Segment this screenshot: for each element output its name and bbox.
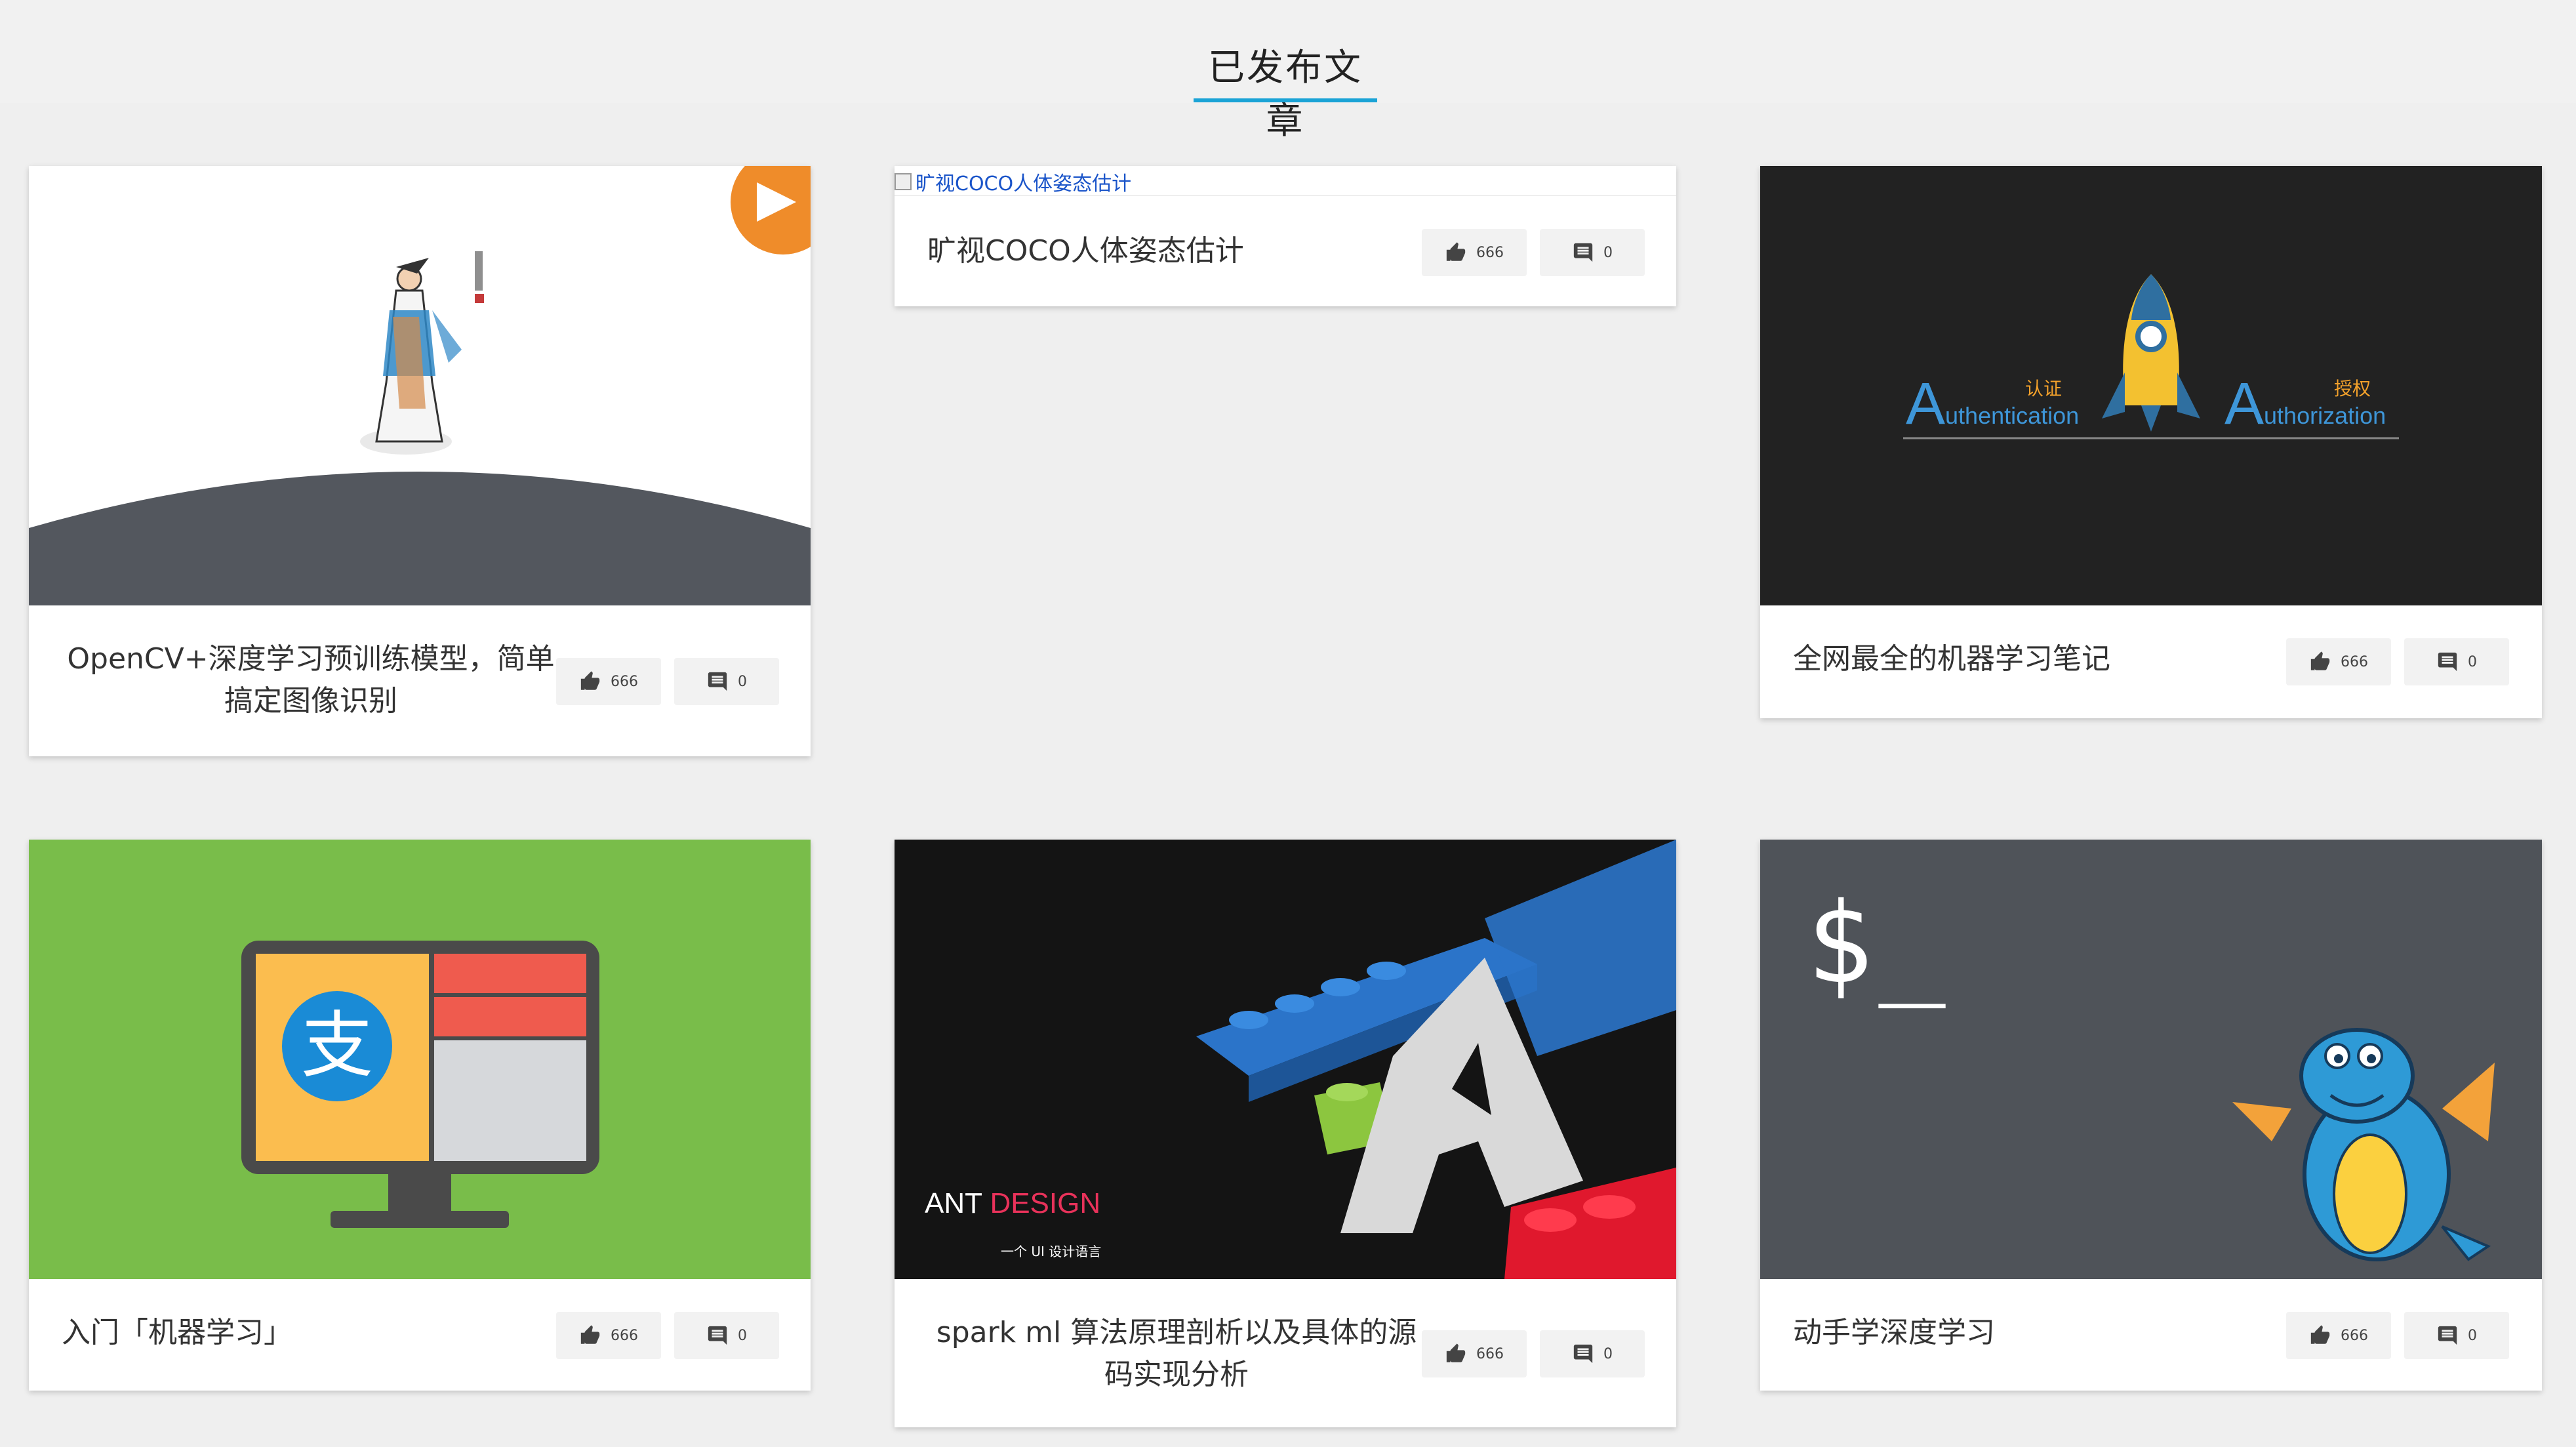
article-title-line: 码实现分析: [1104, 1358, 1249, 1391]
article-card[interactable]: 旷视COCO人体姿态估计 旷视COCO人体姿态估计 666 0: [895, 166, 1676, 306]
comment-icon: [2438, 1326, 2457, 1345]
like-count: 666: [2341, 1327, 2368, 1344]
article-title-line: spark ml 算法原理剖析以及具体的源: [936, 1316, 1417, 1349]
broken-image-icon: [895, 173, 912, 190]
cover-alt-text: 旷视COCO人体姿态估计: [916, 173, 1132, 195]
comment-icon: [708, 1326, 727, 1345]
article-card[interactable]: 支 入门「机器学习」 666 0: [29, 840, 811, 1391]
authz-cap: A: [2224, 371, 2264, 437]
comment-button[interactable]: 0: [674, 1312, 779, 1359]
thumbs-up-icon: [2310, 1325, 2330, 1344]
comment-icon: [708, 672, 727, 691]
like-count: 666: [611, 1327, 638, 1344]
like-button[interactable]: 666: [1422, 1330, 1527, 1377]
terminal-prompt: $_: [1806, 879, 1951, 1009]
svg-text:支: 支: [301, 1004, 373, 1088]
article-footer: 全网最全的机器学习笔记 666 0: [1760, 605, 2542, 718]
like-button[interactable]: 666: [2286, 638, 2391, 685]
like-button[interactable]: 666: [1422, 229, 1527, 276]
article-card[interactable]: ANT DESIGN 一个 UI 设计语言 spark ml 算法原理剖析以及具…: [895, 840, 1676, 1427]
article-cover[interactable]: 旷视COCO人体姿态估计: [895, 166, 1131, 196]
article-cover[interactable]: 支: [29, 840, 811, 1279]
article-card[interactable]: Authentication 认证 Authorization 授权 全网最全的…: [1760, 166, 2542, 718]
alipay-monitor-illustration-icon: 支: [29, 840, 811, 1279]
authz-cn: 授权: [2334, 378, 2371, 399]
like-count: 666: [2341, 653, 2368, 670]
brand-part: ANT: [925, 1187, 990, 1219]
rocket-auth-banner-icon: [1760, 166, 2542, 605]
like-count: 666: [1476, 1345, 1504, 1362]
comment-icon: [1573, 243, 1593, 262]
thumbs-up-icon: [1446, 1343, 1466, 1362]
ant-design-tagline: 一个 UI 设计语言: [1001, 1244, 1102, 1259]
comment-button[interactable]: 0: [674, 658, 779, 705]
article-title-line: 搞定图像识别: [224, 684, 397, 718]
thumbs-up-icon: [2310, 651, 2330, 670]
ant-design-brand: ANT DESIGN: [925, 1187, 1100, 1220]
article-footer: 动手学深度学习 666 0: [1760, 1279, 2542, 1391]
article-card[interactable]: $_ 动手学深度学习 666 0: [1760, 840, 2542, 1391]
calligraphy-figure-on-planet-icon: [29, 166, 811, 605]
like-button[interactable]: 666: [556, 1312, 661, 1359]
active-tab-underline: [1194, 98, 1377, 102]
comment-button[interactable]: 0: [1540, 229, 1645, 276]
comment-count: 0: [738, 673, 747, 690]
auth-cn: 认证: [2025, 378, 2063, 399]
comment-count: 0: [1603, 244, 1613, 261]
comment-button[interactable]: 0: [1540, 1330, 1645, 1377]
article-cover[interactable]: Authentication 认证 Authorization 授权: [1760, 166, 2542, 605]
comment-icon: [2438, 652, 2457, 672]
article-title[interactable]: 旷视COCO人体姿态估计: [927, 230, 1386, 272]
article-footer: OpenCV+深度学习预训练模型，简单 搞定图像识别 666 0: [29, 605, 811, 756]
article-cover[interactable]: [29, 166, 811, 605]
article-footer: 入门「机器学习」 666 0: [29, 1279, 811, 1391]
article-cover[interactable]: $_: [1760, 840, 2542, 1279]
article-cover[interactable]: ANT DESIGN 一个 UI 设计语言: [895, 840, 1676, 1279]
article-title[interactable]: 全网最全的机器学习笔记: [1793, 638, 2252, 680]
thumbs-up-icon: [580, 671, 600, 690]
comment-button[interactable]: 0: [2404, 1312, 2509, 1359]
auth-rest: uthentication: [1945, 402, 2080, 429]
brand-part-accent: DESIGN: [990, 1187, 1101, 1219]
auth-cap: A: [1906, 371, 1946, 437]
thumbs-up-icon: [1446, 242, 1466, 261]
like-count: 666: [611, 673, 638, 690]
article-title[interactable]: spark ml 算法原理剖析以及具体的源 码实现分析: [921, 1312, 1432, 1396]
comment-button[interactable]: 0: [2404, 638, 2509, 685]
article-title[interactable]: OpenCV+深度学习预训练模型，简单 搞定图像识别: [55, 638, 567, 722]
comment-count: 0: [2468, 1327, 2477, 1344]
article-footer: spark ml 算法原理剖析以及具体的源 码实现分析 666 0: [895, 1279, 1676, 1427]
page-title: 已发布文章: [1208, 47, 1363, 142]
divider: [895, 195, 1676, 196]
authz-rest: uthorization: [2264, 402, 2386, 429]
thumbs-up-icon: [580, 1325, 600, 1344]
article-title[interactable]: 入门「机器学习」: [62, 1312, 521, 1354]
comment-count: 0: [738, 1327, 747, 1344]
like-button[interactable]: 666: [2286, 1312, 2391, 1359]
like-button[interactable]: 666: [556, 658, 661, 705]
article-title-line: OpenCV+深度学习预训练模型，简单: [67, 642, 555, 676]
comment-count: 0: [1603, 1345, 1613, 1362]
article-title[interactable]: 动手学深度学习: [1793, 1312, 2252, 1354]
comment-icon: [1573, 1344, 1593, 1364]
comment-count: 0: [2468, 653, 2477, 670]
article-card[interactable]: OpenCV+深度学习预训练模型，简单 搞定图像识别 666 0: [29, 166, 811, 756]
like-count: 666: [1476, 244, 1504, 261]
